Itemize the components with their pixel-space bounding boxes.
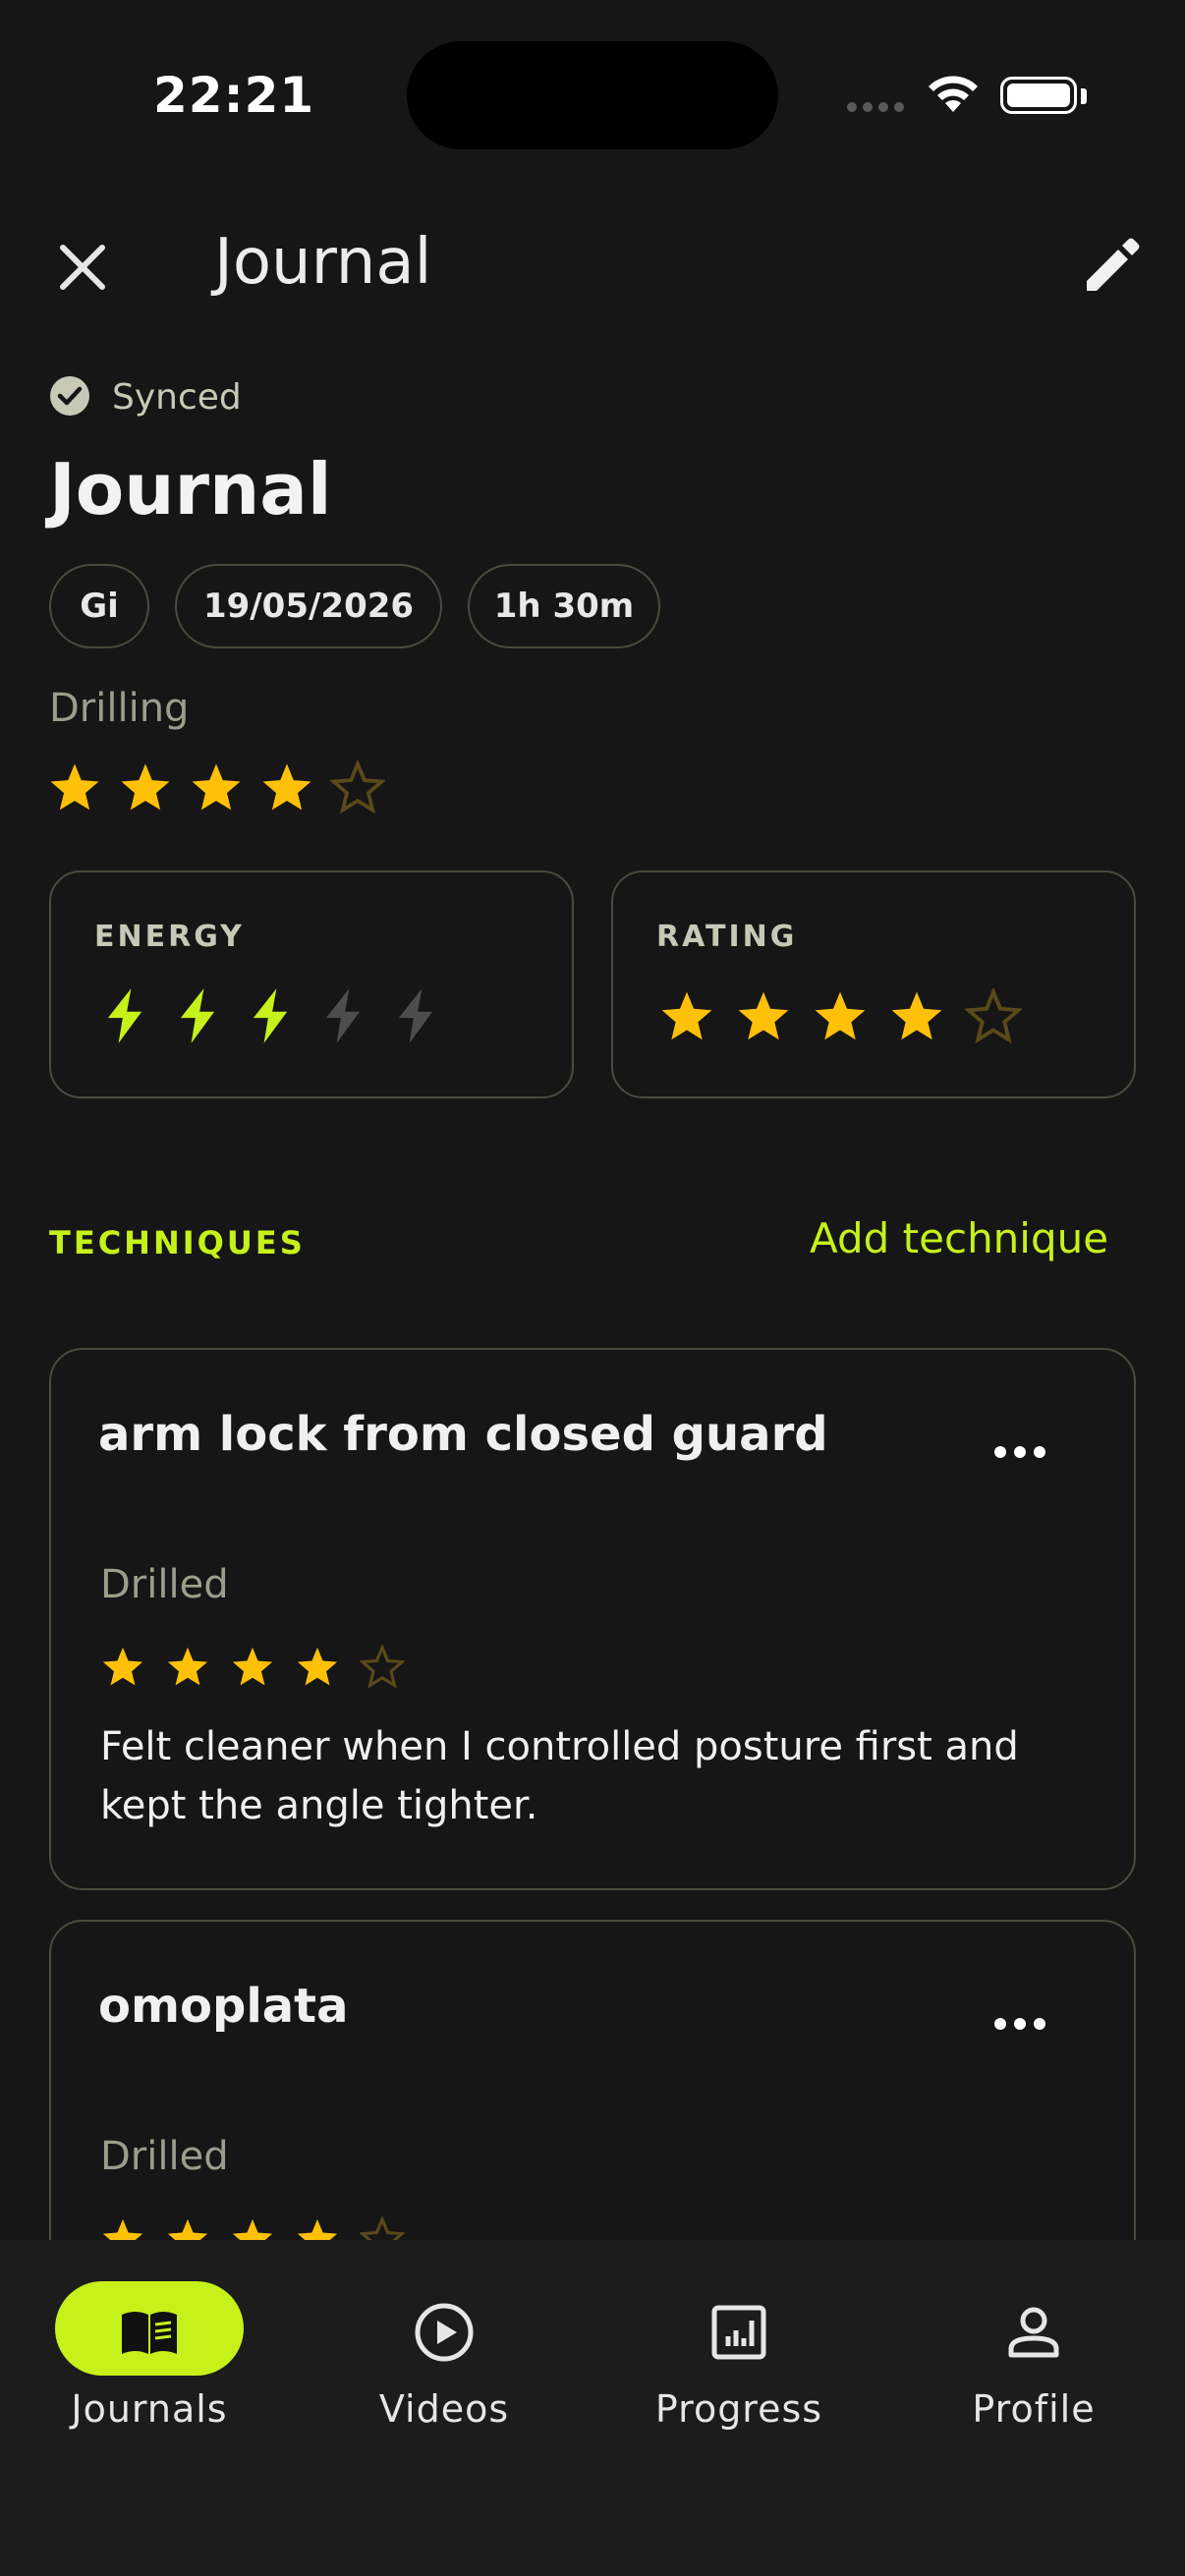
star-filled-icon [297, 1647, 338, 1686]
star-filled-icon [50, 763, 99, 811]
nav-label-videos[interactable]: Videos [326, 2387, 562, 2431]
book-icon[interactable] [118, 2301, 181, 2364]
bolt-filled-icon [180, 988, 215, 1043]
star-empty-icon [330, 760, 385, 814]
rating-stars [658, 988, 1022, 1045]
edit-pencil-icon[interactable] [1077, 230, 1148, 301]
nav-label-profile[interactable]: Profile [916, 2387, 1152, 2431]
energy-label: ENERGY [94, 920, 245, 954]
star-filled-icon [815, 991, 866, 1040]
star-filled-icon [738, 991, 789, 1040]
cellular-signal-icon [847, 102, 904, 112]
star-filled-icon [121, 763, 170, 811]
bottom-navigation: Journals Videos Progress Profile [0, 2240, 1185, 2576]
person-icon[interactable] [1002, 2301, 1065, 2364]
battery-nub [1081, 88, 1087, 104]
sync-status: Synced [112, 377, 242, 418]
star-filled-icon [192, 763, 241, 811]
star-empty-icon [965, 988, 1022, 1044]
star-filled-icon [661, 991, 712, 1040]
technique-status: Drilled [100, 2134, 229, 2179]
technique-card[interactable]: arm lock from closed guard Drilled Felt … [49, 1348, 1136, 1890]
chip-type: Gi [49, 564, 149, 648]
technique-note: Felt cleaner when I controlled posture f… [100, 1724, 1019, 1828]
rating-card: RATING [611, 870, 1136, 1098]
status-time: 22:21 [153, 67, 315, 124]
add-technique-button[interactable]: Add technique [810, 1214, 1108, 1262]
technique-status: Drilled [100, 1562, 229, 1607]
drilling-label: Drilling [49, 686, 190, 731]
technique-name: arm lock from closed guard [98, 1407, 828, 1462]
chip-duration: 1h 30m [468, 564, 660, 648]
play-circle-icon[interactable] [413, 2301, 476, 2364]
bolt-filled-icon [107, 988, 142, 1043]
drilling-rating-stars [47, 760, 385, 815]
header-title: Journal [214, 226, 432, 299]
chart-icon[interactable] [707, 2301, 770, 2364]
journal-title: Journal [49, 448, 332, 531]
bolt-empty-icon [398, 988, 433, 1043]
star-empty-icon [360, 1645, 405, 1689]
star-filled-icon [167, 1647, 208, 1686]
bolt-empty-icon [325, 988, 361, 1043]
techniques-heading: TECHNIQUES [49, 1224, 306, 1261]
technique-name: omoplata [98, 1979, 349, 2034]
battery-icon [1000, 77, 1077, 114]
close-icon[interactable] [51, 236, 114, 299]
chip-date: 19/05/2026 [175, 564, 442, 648]
technique-rating-stars [100, 1645, 405, 1690]
star-filled-icon [232, 1647, 273, 1686]
dynamic-island [407, 41, 778, 149]
wifi-icon [929, 76, 978, 112]
nav-label-journals[interactable]: Journals [31, 2387, 267, 2431]
energy-bolts [100, 986, 440, 1045]
star-filled-icon [262, 763, 311, 811]
star-filled-icon [891, 991, 942, 1040]
check-circle-icon [50, 376, 89, 416]
more-options-icon[interactable] [994, 2018, 1049, 2038]
bolt-filled-icon [253, 988, 288, 1043]
star-filled-icon [102, 1647, 143, 1686]
more-options-icon[interactable] [994, 1446, 1049, 1466]
energy-card: ENERGY [49, 870, 574, 1098]
nav-label-progress[interactable]: Progress [621, 2387, 857, 2431]
rating-label: RATING [656, 920, 798, 954]
